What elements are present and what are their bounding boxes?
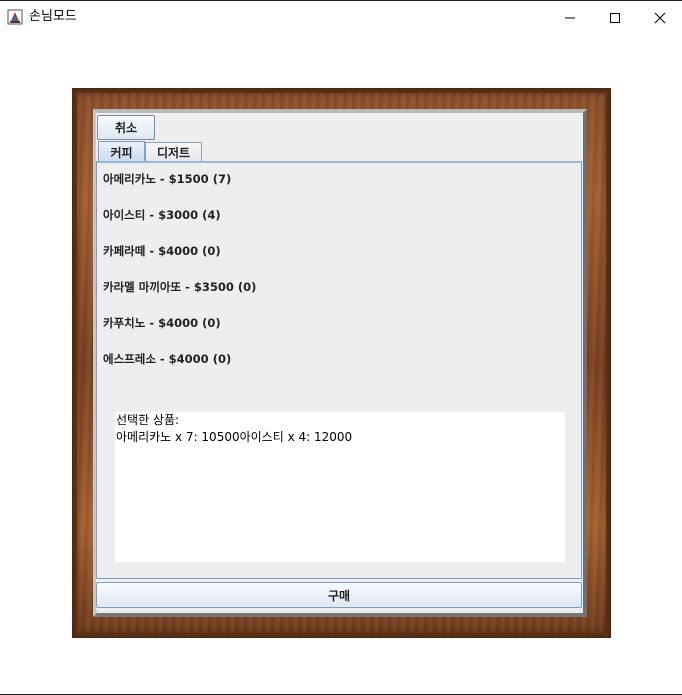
menu-item-caramel-macchiato[interactable]: 카라멜 마끼아또 - $3500 (0) (103, 280, 256, 294)
close-button[interactable] (637, 3, 682, 32)
menu-item-cappuccino[interactable]: 카푸치노 - $4000 (0) (103, 316, 221, 330)
close-icon (654, 12, 666, 23)
menu-item-americano[interactable]: 아메리카노 - $1500 (7) (103, 172, 231, 186)
menu-item-espresso[interactable]: 에스프레소 - $4000 (0) (103, 352, 231, 366)
maximize-icon (610, 12, 620, 23)
category-tabs: 커피 디저트 (96, 141, 582, 162)
tab-coffee[interactable]: 커피 (98, 141, 145, 162)
selected-items-title: 선택한 상품: (116, 413, 180, 427)
title-bar[interactable]: 손님모드 (0, 2, 682, 32)
window-title: 손님모드 (29, 9, 77, 24)
menu-item-iced-tea[interactable]: 아이스티 - $3000 (4) (103, 208, 221, 222)
menu-item-cafe-latte[interactable]: 카페라떼 - $4000 (0) (103, 244, 221, 258)
buy-button[interactable]: 구매 (96, 582, 582, 608)
selected-items-summary: 아메리카노 x 7: 10500아이스티 x 4: 12000 (116, 430, 353, 444)
minimize-icon (565, 17, 575, 18)
maximize-button[interactable] (592, 3, 638, 32)
minimize-button[interactable] (547, 3, 593, 32)
cancel-button[interactable]: 취소 (97, 115, 155, 140)
tab-dessert[interactable]: 디저트 (145, 142, 202, 162)
java-app-icon (7, 9, 23, 25)
app-window: 손님모드 취소 커피 디저트 아메리카노 - $1500 (7) 아이스티 - … (0, 0, 682, 695)
